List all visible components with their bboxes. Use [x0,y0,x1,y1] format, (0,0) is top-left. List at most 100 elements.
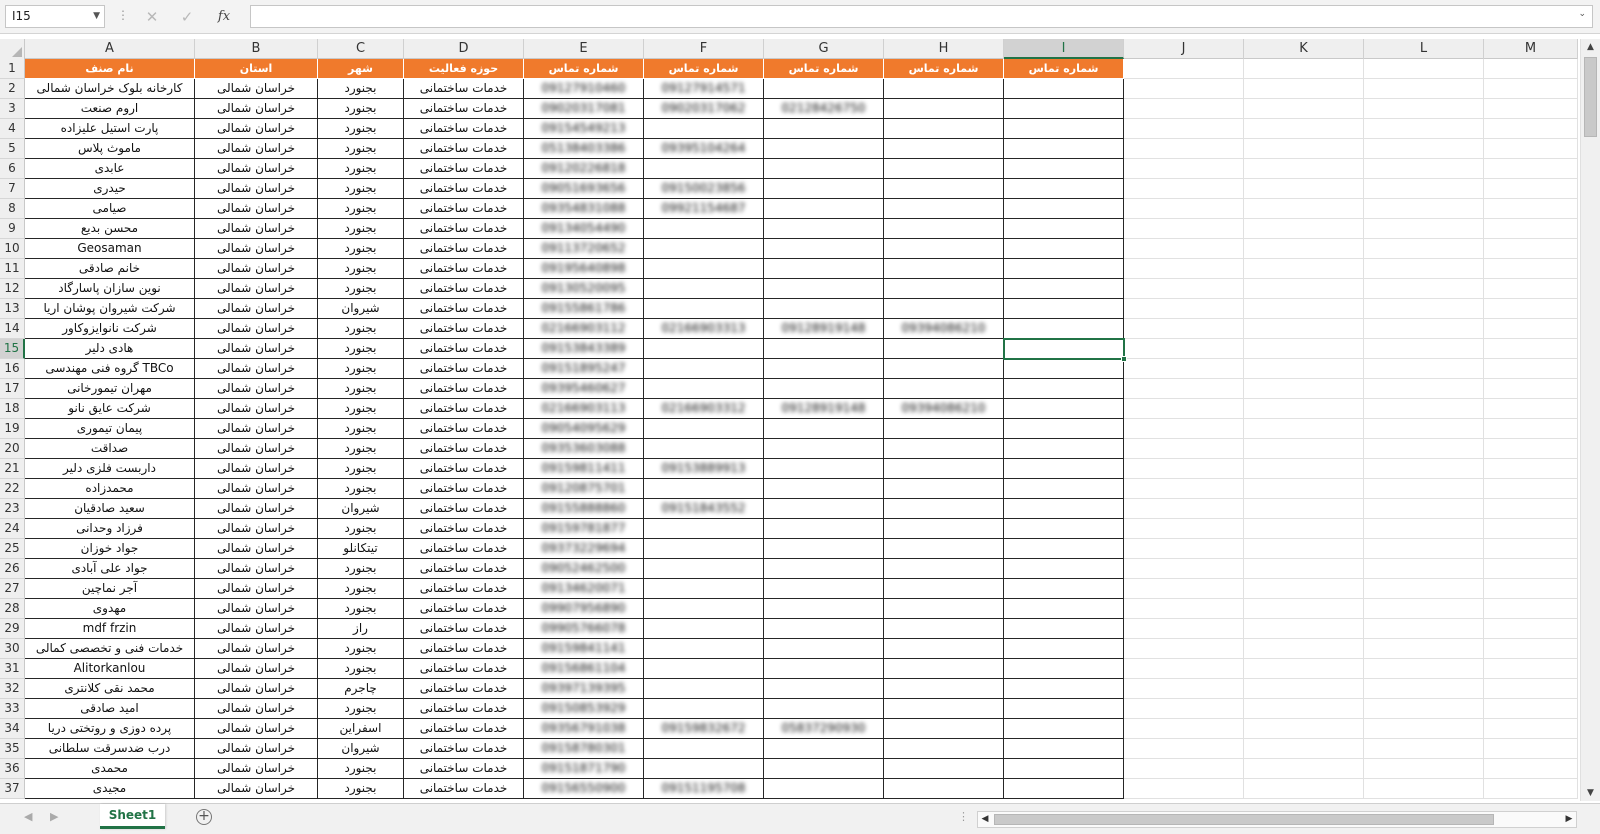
cell-j5[interactable] [1124,139,1244,159]
cell-e22[interactable]: 09120875701 [524,479,644,499]
cell-f17[interactable] [644,379,764,399]
cell-a30[interactable]: خدمات فنی و تخصصی کمالی [25,639,195,659]
add-sheet-icon[interactable]: + [196,809,212,825]
cell-b24[interactable]: خراسان شمالی [195,519,318,539]
cell-j8[interactable] [1124,199,1244,219]
cell-a7[interactable]: حیدری [25,179,195,199]
cell-d6[interactable]: خدمات ساختمانی [404,159,524,179]
cell-i23[interactable] [1004,499,1124,519]
cell-d35[interactable]: خدمات ساختمانی [404,739,524,759]
cell-f37[interactable]: 09151195708 [644,779,764,799]
cell-h28[interactable] [884,599,1004,619]
cell-a10[interactable]: Geosaman [25,239,195,259]
column-header-m[interactable]: M [1484,39,1578,59]
cell-d29[interactable]: خدمات ساختمانی [404,619,524,639]
cell-c10[interactable]: بجنورد [318,239,404,259]
cell-j22[interactable] [1124,479,1244,499]
cell-a33[interactable]: امید صادقی [25,699,195,719]
cell-c20[interactable]: بجنورد [318,439,404,459]
cell-c24[interactable]: بجنورد [318,519,404,539]
cell-i28[interactable] [1004,599,1124,619]
cell-f36[interactable] [644,759,764,779]
cell-d14[interactable]: خدمات ساختمانی [404,319,524,339]
cell-f33[interactable] [644,699,764,719]
column-header-c[interactable]: C [318,39,404,59]
cell-f6[interactable] [644,159,764,179]
cell-d20[interactable]: خدمات ساختمانی [404,439,524,459]
cell-i17[interactable] [1004,379,1124,399]
cell-i35[interactable] [1004,739,1124,759]
cell-a16[interactable]: گروه فنی مهندسی TBCo [25,359,195,379]
cell-f31[interactable] [644,659,764,679]
cell-d12[interactable]: خدمات ساختمانی [404,279,524,299]
cell-j37[interactable] [1124,779,1244,799]
cell-m19[interactable] [1484,419,1578,439]
cell-l32[interactable] [1364,679,1484,699]
header-cell-a1[interactable]: نام صنف [25,59,195,79]
cancel-icon[interactable]: ✕ [140,6,164,28]
cell-c3[interactable]: بجنورد [318,99,404,119]
cell-b9[interactable]: خراسان شمالی [195,219,318,239]
column-header-e[interactable]: E [524,39,644,59]
cell-h8[interactable] [884,199,1004,219]
cell-m12[interactable] [1484,279,1578,299]
cell-m33[interactable] [1484,699,1578,719]
cell-f2[interactable]: 09127914571 [644,79,764,99]
cell-d28[interactable]: خدمات ساختمانی [404,599,524,619]
cell-m6[interactable] [1484,159,1578,179]
cell-j36[interactable] [1124,759,1244,779]
cell-a15[interactable]: هادی دلیر [25,339,195,359]
cell-c35[interactable]: شیروان [318,739,404,759]
cell-e18[interactable]: 02166903113 [524,399,644,419]
row-header-11[interactable]: 11 [0,259,25,279]
row-header-35[interactable]: 35 [0,739,25,759]
cell-l5[interactable] [1364,139,1484,159]
row-header-13[interactable]: 13 [0,299,25,319]
row-header-33[interactable]: 33 [0,699,25,719]
cell-f27[interactable] [644,579,764,599]
cell-e28[interactable]: 09907956890 [524,599,644,619]
cell-k37[interactable] [1244,779,1364,799]
cell-i24[interactable] [1004,519,1124,539]
cell-i4[interactable] [1004,119,1124,139]
cell-e2[interactable]: 09127910460 [524,79,644,99]
cell-l20[interactable] [1364,439,1484,459]
cell-l28[interactable] [1364,599,1484,619]
column-header-l[interactable]: L [1364,39,1484,59]
cell-h11[interactable] [884,259,1004,279]
cell-i22[interactable] [1004,479,1124,499]
cell-h17[interactable] [884,379,1004,399]
column-header-f[interactable]: F [644,39,764,59]
cell-e32[interactable]: 09397139395 [524,679,644,699]
row-header-37[interactable]: 37 [0,779,25,799]
cell-h31[interactable] [884,659,1004,679]
row-header-7[interactable]: 7 [0,179,25,199]
cell-h15[interactable] [884,339,1004,359]
cell-b13[interactable]: خراسان شمالی [195,299,318,319]
cell-d15[interactable]: خدمات ساختمانی [404,339,524,359]
cell-h16[interactable] [884,359,1004,379]
cell-h35[interactable] [884,739,1004,759]
cell-k13[interactable] [1244,299,1364,319]
cell-g28[interactable] [764,599,884,619]
header-cell-c1[interactable]: شهر [318,59,404,79]
cell-j27[interactable] [1124,579,1244,599]
cell-e35[interactable]: 09158780301 [524,739,644,759]
cell-i9[interactable] [1004,219,1124,239]
cell-l6[interactable] [1364,159,1484,179]
cell-b22[interactable]: خراسان شمالی [195,479,318,499]
cell-f7[interactable]: 09150023856 [644,179,764,199]
cell-k21[interactable] [1244,459,1364,479]
cell-g22[interactable] [764,479,884,499]
cell-d16[interactable]: خدمات ساختمانی [404,359,524,379]
cell-i14[interactable] [1004,319,1124,339]
row-header-21[interactable]: 21 [0,459,25,479]
cell-d34[interactable]: خدمات ساختمانی [404,719,524,739]
cell-b32[interactable]: خراسان شمالی [195,679,318,699]
cell-i13[interactable] [1004,299,1124,319]
cell-l3[interactable] [1364,99,1484,119]
cell-d37[interactable]: خدمات ساختمانی [404,779,524,799]
cell-k5[interactable] [1244,139,1364,159]
cell-c5[interactable]: بجنورد [318,139,404,159]
cell-b27[interactable]: خراسان شمالی [195,579,318,599]
